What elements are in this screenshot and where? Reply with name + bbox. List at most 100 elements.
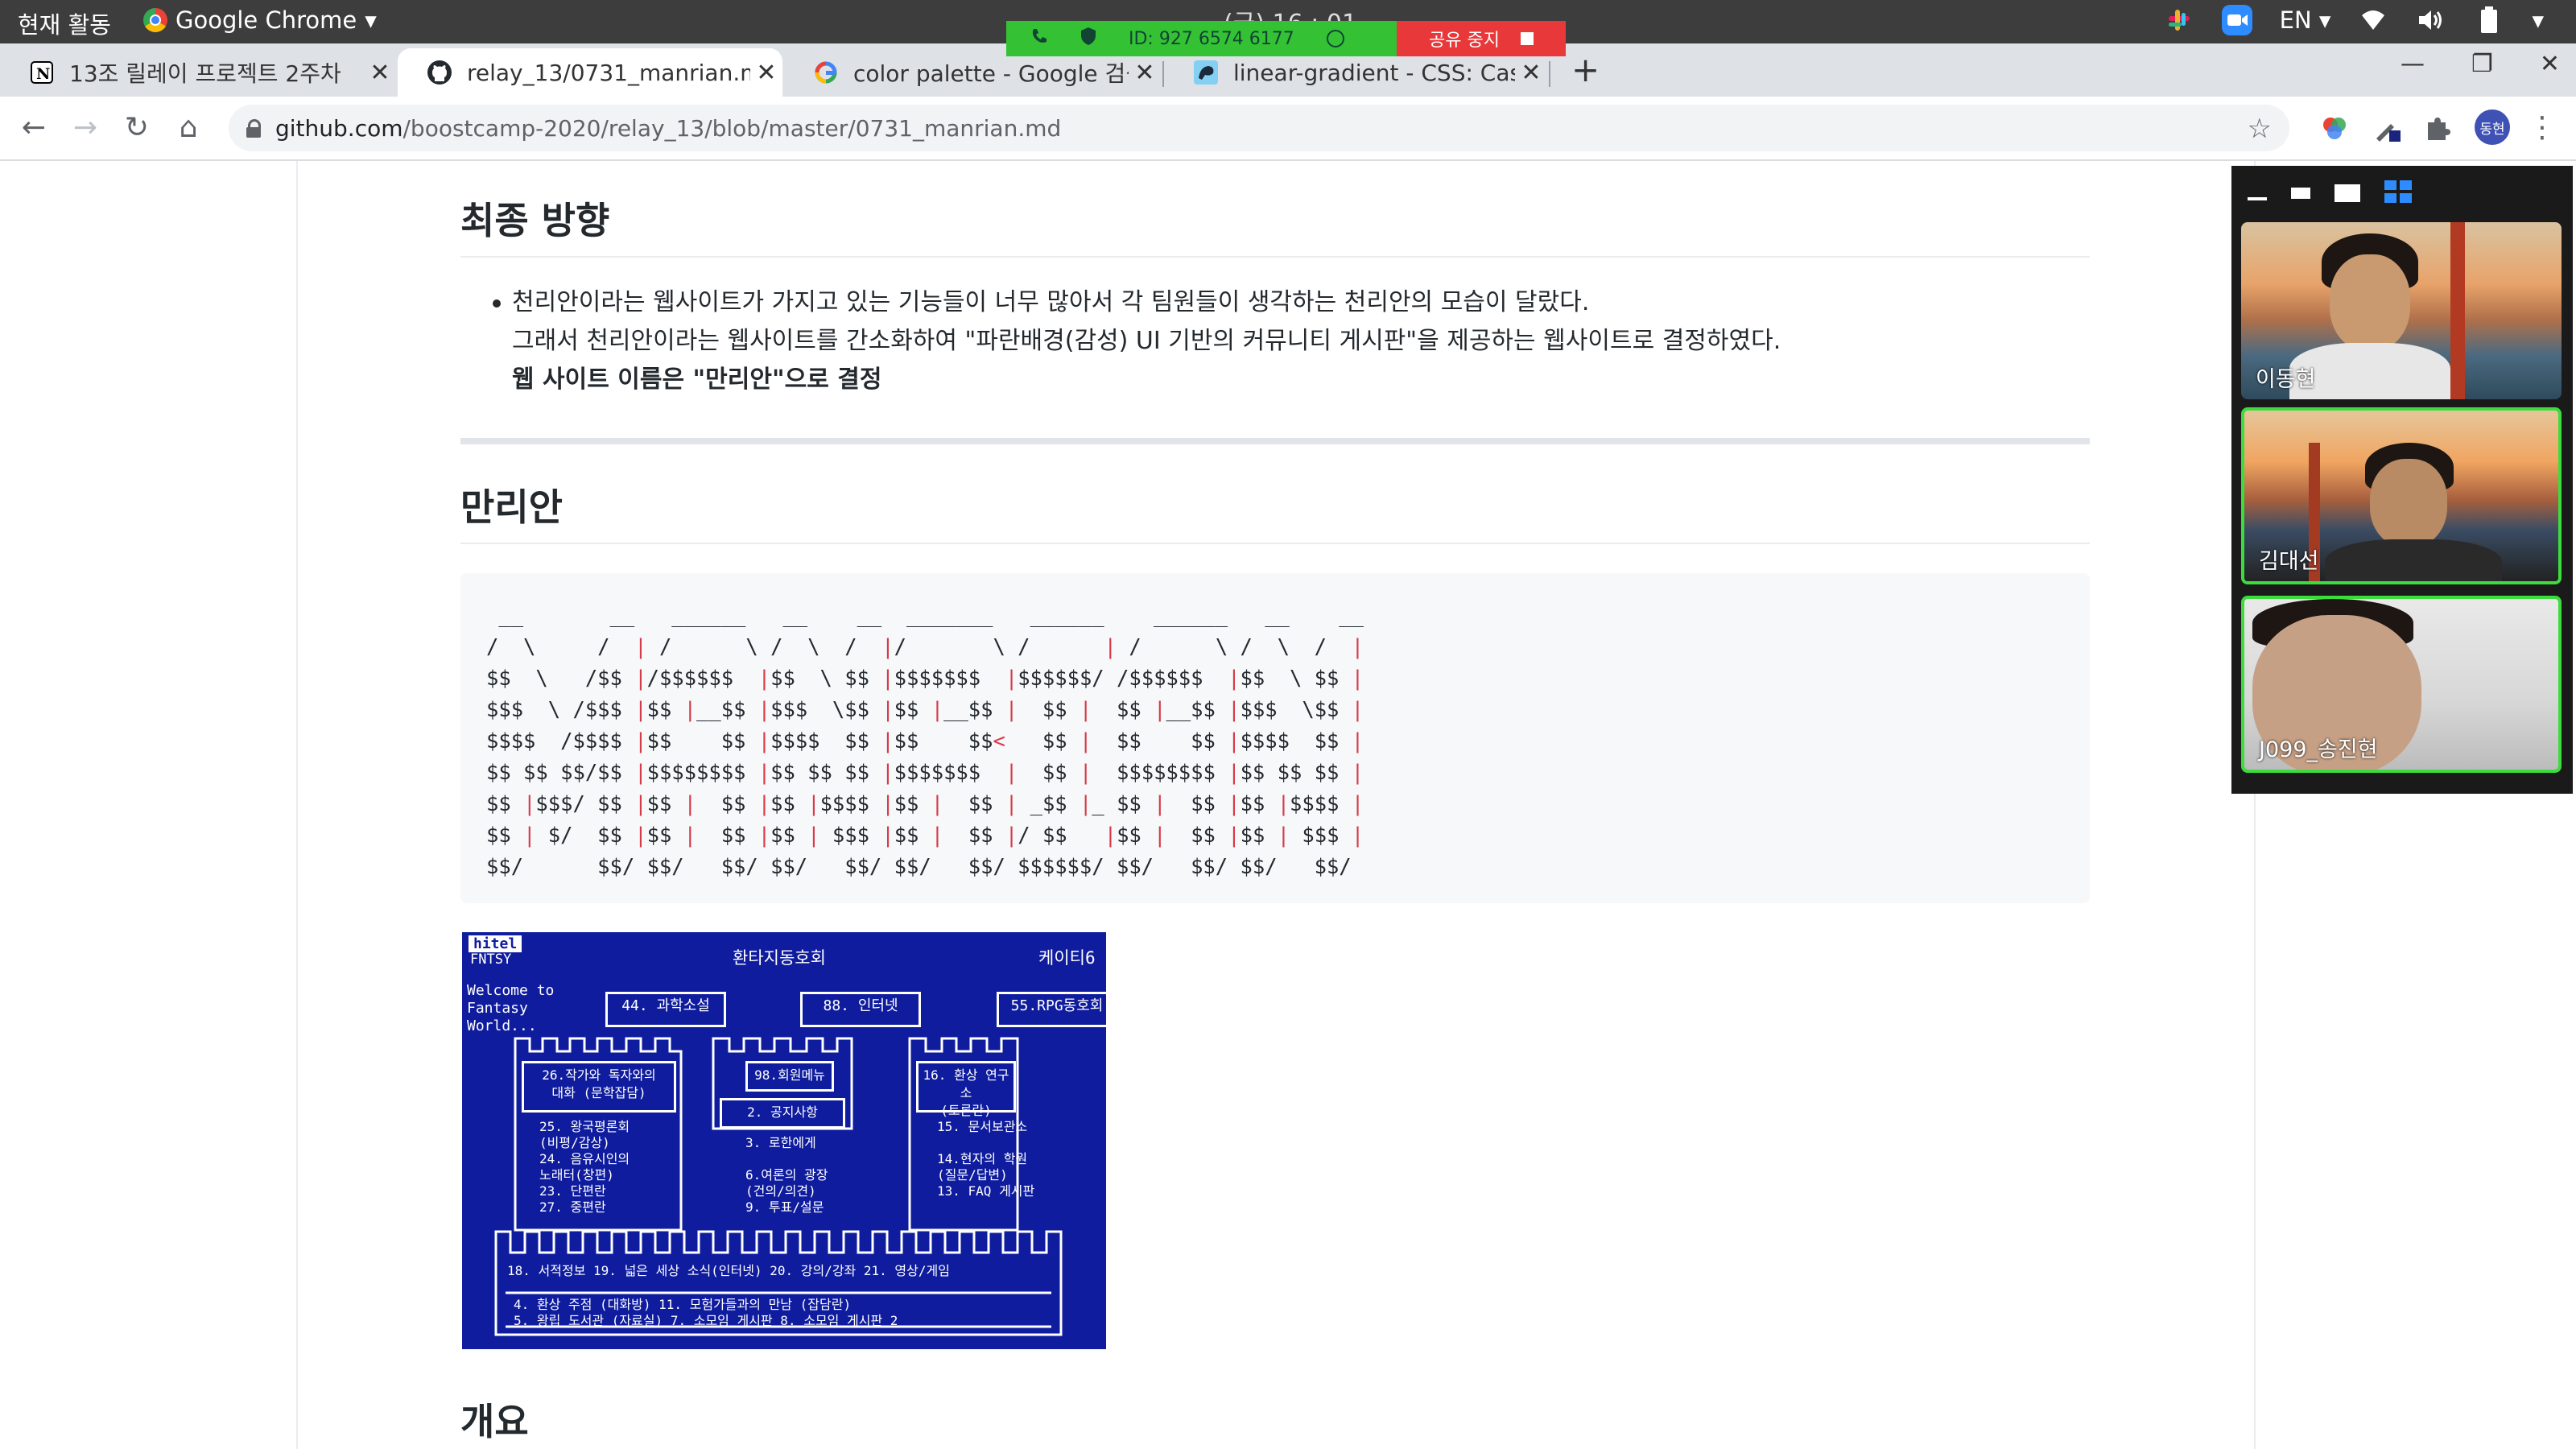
eyedropper-extension-icon[interactable]	[2372, 113, 2404, 145]
ascii-art-code-block[interactable]: __ __ ______ __ __ _______ ______ ______…	[460, 573, 2090, 903]
bbs-bottom-line-3: 5. 왕립 도서관 (자료실) 7. 소모임 게시판 8. 소모임 게시판 2	[514, 1313, 898, 1328]
bbs-menu-member: 98.회원메뉴	[745, 1061, 834, 1092]
bbs-right-list: 15. 문서보관소 14.현자의 학원 (질문/답변) 13. FAQ 게시판	[937, 1119, 1035, 1199]
profile-avatar[interactable]: 동현	[2475, 109, 2510, 145]
video-tile-participant-3[interactable]: J099_송진현	[2241, 596, 2562, 773]
bbs-bottom-line-2: 4. 환상 주점 (대화방) 11. 모험가들과의 만남 (잡담란)	[514, 1297, 852, 1312]
close-icon[interactable]: ✕	[1129, 59, 1161, 87]
stop-icon	[1520, 32, 1534, 45]
volume-icon[interactable]	[2416, 5, 2446, 35]
forward-icon[interactable]: →	[68, 109, 103, 145]
slack-icon[interactable]	[2164, 5, 2194, 35]
participant-body	[2325, 539, 2502, 581]
stop-share-button[interactable]: 공유 중지	[1397, 21, 1566, 56]
restore-icon[interactable]: ❐	[2471, 50, 2493, 78]
bbs-menu-rpg: 55.RPG동호회	[997, 992, 1106, 1027]
zoom-share-banner: ID: 927 6574 6177 공유 중지	[1006, 21, 1566, 56]
bbs-menu-writers: 26.작가와 독자와의 대화 (문학잡담)	[522, 1061, 676, 1113]
mdn-icon	[1193, 60, 1219, 85]
bullet-line-3: 웹 사이트 이름은 "만리안"으로 결정	[512, 365, 882, 394]
bullet-dot	[493, 299, 501, 308]
address-bar[interactable]: github.com /boostcamp-2020/relay_13/blob…	[229, 105, 2289, 151]
bbs-bottom-line-1: 18. 서적정보 19. 넓은 세상 소식(인터넷) 20. 강의/강좌 21.…	[507, 1263, 950, 1278]
close-window-icon[interactable]: ✕	[2540, 50, 2560, 78]
stop-share-label: 공유 중지	[1429, 31, 1500, 51]
shield-icon[interactable]	[1080, 27, 1096, 51]
bbs-menu-fantasy-research: 16. 환상 연구소 (토론란)	[916, 1061, 1016, 1118]
bullet-line-1: 천리안이라는 웹사이트가 가지고 있는 기능들이 너무 많아서 각 팀원들이 생…	[512, 288, 1590, 316]
gallery-view-icon[interactable]	[2384, 180, 2412, 206]
bbs-mid-list: 3. 로한에게 6.여론의 광장 (건의/의견) 9. 투표/설문	[745, 1135, 828, 1215]
strip-view-icon[interactable]	[2291, 188, 2310, 199]
extensions-puzzle-icon[interactable]	[2421, 113, 2454, 145]
color-picker-extension-icon[interactable]	[2318, 113, 2351, 145]
close-icon[interactable]: ✕	[364, 59, 396, 87]
browser-toolbar: ← → ↻ ⌂ github.com /boostcamp-2020/relay…	[0, 97, 2576, 161]
hitel-bbs-screenshot: hitel FNTSY 환타지동호회 케이티6 Welcome to Fanta…	[462, 932, 1106, 1349]
ascii-art: __ __ ______ __ __ _______ ______ ______…	[486, 604, 1364, 879]
tab-github[interactable]: relay_13/0731_manrian.md ✕	[398, 48, 782, 97]
battery-icon[interactable]	[2474, 5, 2504, 35]
tab-title: color palette - Google 검색	[853, 60, 1129, 87]
minimize-video-icon[interactable]	[2248, 197, 2267, 200]
google-icon	[813, 60, 839, 85]
status-circle-icon	[1326, 30, 1344, 47]
lock-icon[interactable]	[246, 119, 261, 138]
heading-rule	[460, 256, 2090, 258]
svg-text:N: N	[36, 65, 50, 83]
bbs-menu-notice: 2. 공지사항	[720, 1098, 845, 1129]
heading-final-direction: 최종 방향	[460, 199, 610, 242]
bridge-tower	[2450, 222, 2465, 399]
participant-face	[2330, 254, 2410, 351]
meeting-id: ID: 927 6574 6177	[1129, 28, 1294, 49]
chrome-icon	[143, 8, 167, 32]
system-tray: EN ▾ ▾	[2164, 5, 2544, 35]
reload-icon[interactable]: ↻	[119, 109, 155, 145]
video-tile-participant-2[interactable]: 김대선	[2241, 407, 2562, 584]
zoom-icon[interactable]	[2221, 5, 2252, 35]
tab-separator	[1549, 61, 1550, 87]
wifi-icon[interactable]	[2358, 5, 2388, 35]
home-icon[interactable]: ⌂	[171, 109, 206, 145]
heading-rule	[460, 543, 2090, 544]
minimize-icon[interactable]: —	[2401, 50, 2425, 78]
bookmark-star-icon[interactable]: ☆	[2248, 113, 2272, 145]
participant-name: 김대선	[2259, 549, 2319, 574]
page-border-left	[296, 161, 298, 1449]
language-indicator[interactable]: EN ▾	[2280, 6, 2331, 34]
heading-overview: 개요	[460, 1400, 529, 1443]
chevron-down-icon: ▾	[365, 6, 377, 34]
speaker-view-icon[interactable]	[2334, 184, 2360, 202]
video-tile-participant-1[interactable]: 이동현	[2241, 222, 2562, 399]
participant-name: 이동현	[2256, 367, 2316, 392]
window-controls: — ❐ ✕	[2401, 50, 2560, 78]
participant-name: J099_송진현	[2259, 737, 2378, 762]
url-host: github.com	[275, 114, 403, 142]
horizontal-rule	[460, 438, 2090, 444]
tab-title: relay_13/0731_manrian.md	[467, 59, 750, 86]
phone-icon[interactable]	[1030, 27, 1048, 50]
activities-button[interactable]: 현재 활동	[18, 6, 111, 40]
close-icon[interactable]: ✕	[750, 59, 782, 87]
close-icon[interactable]: ✕	[1515, 59, 1547, 87]
zoom-gallery-panel: 이동현 김대선 J099_송진현	[2231, 166, 2573, 794]
zoom-share-info: ID: 927 6574 6177	[1006, 21, 1397, 56]
notion-icon: N	[29, 60, 55, 85]
url-path: /boostcamp-2020/relay_13/blob/master/073…	[402, 114, 1062, 142]
bullet-line-2: 그래서 천리안이라는 웹사이트를 간소화하여 "파란배경(감성) UI 기반의 …	[512, 327, 1781, 355]
app-name: Google Chrome	[175, 6, 357, 34]
participant-face	[2370, 459, 2447, 547]
bbs-menu-internet: 88. 인터넷	[800, 992, 921, 1027]
new-tab-button[interactable]: +	[1571, 50, 1600, 89]
bullet-list: 천리안이라는 웹사이트가 가지고 있는 기능들이 너무 많아서 각 팀원들이 생…	[493, 283, 1781, 399]
bbs-menu-science-fiction: 44. 과학소설	[605, 992, 726, 1027]
back-icon[interactable]: ←	[16, 109, 52, 145]
zoom-view-toolbar	[2248, 177, 2412, 209]
language-label: EN	[2279, 6, 2312, 34]
heading-manrian: 만리안	[460, 485, 563, 529]
tab-title: linear-gradient - CSS: Cascading	[1233, 59, 1515, 86]
tab-notion[interactable]: N 13조 릴레이 프로젝트 2주차 ✕	[0, 48, 396, 97]
app-menu[interactable]: Google Chrome ▾	[143, 6, 377, 34]
more-menu-icon[interactable]: ⋮	[2524, 109, 2560, 145]
system-menu-chevron-icon[interactable]: ▾	[2532, 6, 2544, 34]
